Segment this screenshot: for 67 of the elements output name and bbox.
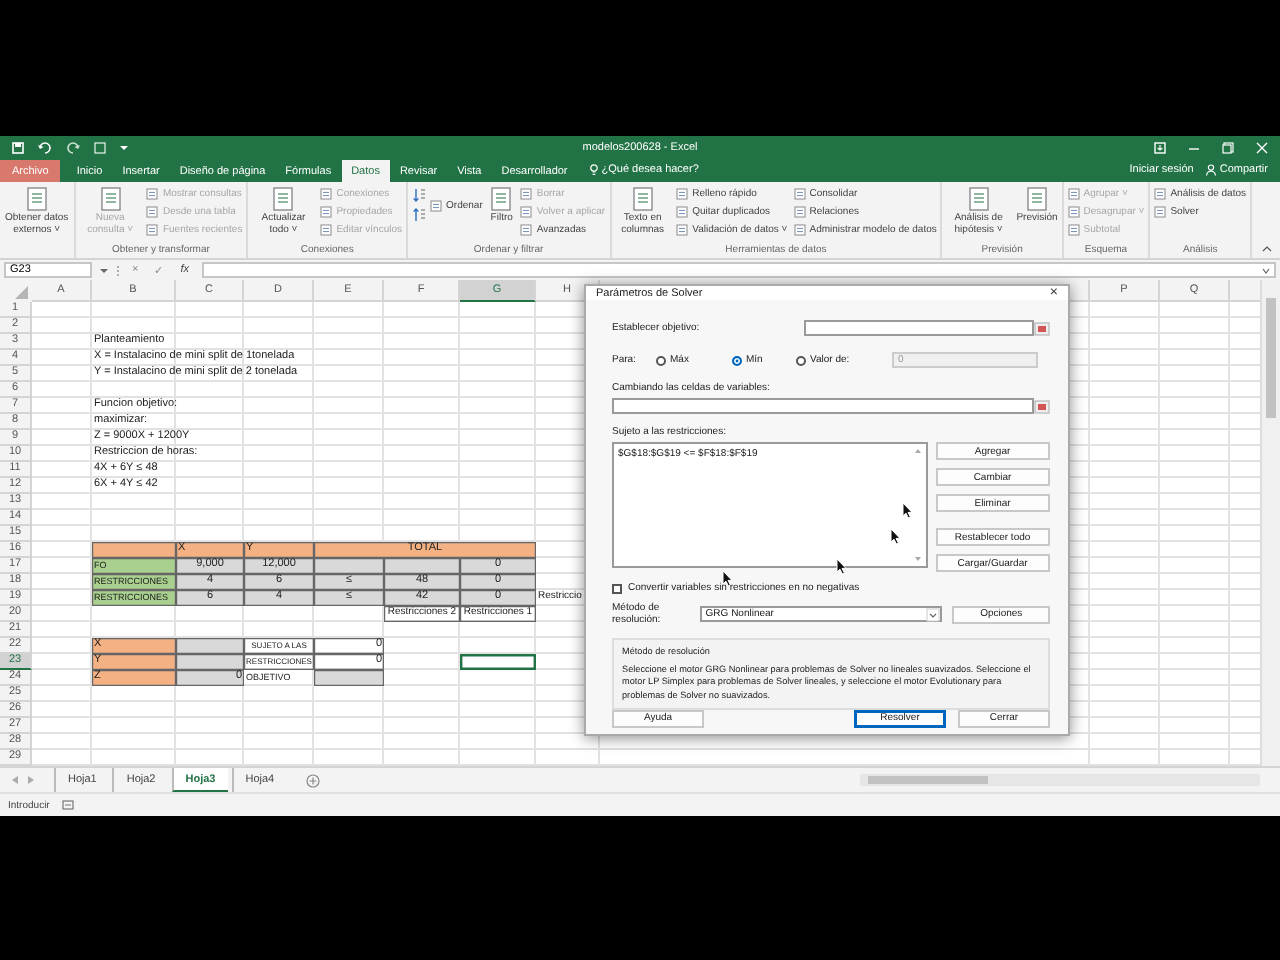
objective-field[interactable] xyxy=(804,320,1034,336)
small-document-icon[interactable] xyxy=(320,224,333,236)
cursor-icon xyxy=(836,558,848,576)
close-icon[interactable] xyxy=(1256,141,1269,153)
table-cell[interactable] xyxy=(314,670,384,686)
small-document-icon[interactable] xyxy=(1154,206,1167,218)
small-document-icon[interactable] xyxy=(676,188,689,200)
small-document-icon[interactable] xyxy=(146,188,159,200)
person-icon xyxy=(1205,164,1216,176)
add-sheet-icon[interactable] xyxy=(306,773,321,787)
ribbon-display-icon[interactable] xyxy=(1154,141,1167,153)
macro-record-icon[interactable] xyxy=(61,800,74,810)
selected-cell[interactable] xyxy=(460,654,536,670)
document-icon[interactable] xyxy=(965,186,992,212)
scroll-down-icon[interactable] xyxy=(913,556,922,562)
small-document-icon[interactable] xyxy=(793,188,806,200)
touch-mode-icon[interactable] xyxy=(94,141,106,153)
document-icon[interactable] xyxy=(97,186,124,212)
checkbox[interactable] xyxy=(612,583,622,593)
small-document-icon[interactable] xyxy=(146,206,159,218)
small-document-icon[interactable] xyxy=(676,206,689,218)
small-document-icon[interactable] xyxy=(1067,188,1080,200)
small-document-icon[interactable] xyxy=(520,188,533,200)
maximize-icon[interactable] xyxy=(1222,141,1235,153)
table-cell[interactable] xyxy=(176,654,244,670)
small-document-icon[interactable] xyxy=(1154,188,1167,200)
document-icon[interactable] xyxy=(629,186,656,212)
save-icon[interactable] xyxy=(12,141,24,153)
formula-input[interactable] xyxy=(201,262,1276,278)
next-sheet-icon[interactable] xyxy=(28,776,34,784)
table-cell[interactable] xyxy=(92,542,176,558)
small-document-icon[interactable] xyxy=(520,224,533,236)
small-document-icon[interactable] xyxy=(676,224,689,236)
horizontal-scrollbar[interactable] xyxy=(860,774,1260,786)
sort-descending-icon[interactable] xyxy=(412,208,427,222)
document-icon[interactable] xyxy=(23,186,50,212)
small-document-icon[interactable] xyxy=(320,206,333,218)
sort-ascending-icon[interactable] xyxy=(412,188,427,202)
cell-reference-icon[interactable] xyxy=(1034,321,1050,335)
small-document-icon[interactable] xyxy=(520,206,533,218)
table-cell[interactable] xyxy=(176,638,244,654)
dropdown-caret-icon[interactable] xyxy=(926,607,941,621)
small-document-icon[interactable] xyxy=(1067,206,1080,218)
undo-icon[interactable] xyxy=(38,141,52,153)
variables-field[interactable] xyxy=(612,398,1034,414)
document-icon[interactable] xyxy=(488,186,515,212)
expand-icon[interactable] xyxy=(1262,267,1270,273)
small-document-icon[interactable] xyxy=(793,206,806,218)
redo-icon[interactable] xyxy=(66,141,80,153)
table-cell[interactable] xyxy=(384,558,460,574)
small-document-icon[interactable] xyxy=(793,224,806,236)
lightbulb-icon xyxy=(589,164,598,176)
previous-sheet-icon[interactable] xyxy=(12,776,18,784)
customize-caret-icon[interactable] xyxy=(120,143,128,151)
document-icon[interactable] xyxy=(1023,186,1050,212)
cell-reference-icon[interactable] xyxy=(1034,399,1050,413)
small-document-icon[interactable] xyxy=(1067,224,1080,236)
collapse-ribbon-icon[interactable] xyxy=(1262,246,1272,252)
caret-icon[interactable] xyxy=(100,267,108,273)
sort-icon[interactable] xyxy=(430,200,443,212)
select-all-icon[interactable] xyxy=(0,280,32,302)
scroll-up-icon[interactable] xyxy=(913,448,922,454)
small-document-icon[interactable] xyxy=(146,224,159,236)
table-cell[interactable] xyxy=(314,558,384,574)
document-icon[interactable] xyxy=(270,186,297,212)
scrollbar[interactable] xyxy=(1260,280,1280,766)
small-document-icon[interactable] xyxy=(320,188,333,200)
